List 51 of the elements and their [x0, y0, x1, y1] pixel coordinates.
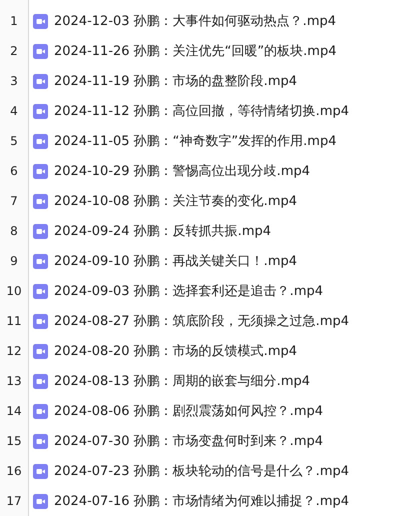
- row-number: 9: [9, 253, 19, 270]
- file-name[interactable]: 2024-09-03 孙鹏：选择套利还是追击？.mp4: [54, 282, 324, 300]
- row-number: 11: [5, 313, 23, 330]
- row-number: 14: [5, 403, 23, 420]
- video-file-icon: [33, 344, 48, 358]
- video-file-icon: [33, 494, 48, 508]
- video-file-icon: [33, 104, 48, 118]
- video-file-icon: [33, 404, 48, 418]
- video-file-icon: [33, 14, 48, 28]
- row-number: 2: [9, 43, 19, 60]
- row-number: 12: [5, 343, 23, 360]
- video-file-icon: [33, 44, 48, 58]
- file-name[interactable]: 2024-08-13 孙鹏：周期的嵌套与细分.mp4: [54, 372, 310, 390]
- file-name[interactable]: 2024-07-30 孙鹏：市场变盘何时到来？.mp4: [54, 432, 324, 450]
- file-name[interactable]: 2024-07-23 孙鹏：板块轮动的信号是什么？.mp4: [54, 462, 350, 480]
- file-name[interactable]: 2024-07-16 孙鹏：市场情绪为何难以捕捉？.mp4: [54, 492, 350, 510]
- file-name[interactable]: 2024-11-12 孙鹏：高位回撤，等待情绪切换.mp4: [54, 102, 350, 120]
- video-file-icon: [33, 164, 48, 178]
- row-number: 13: [5, 373, 23, 390]
- row-number: 17: [5, 493, 23, 510]
- video-file-icon: [33, 194, 48, 208]
- row-number: 7: [9, 193, 19, 210]
- video-file-icon: [33, 254, 48, 268]
- video-file-icon: [33, 374, 48, 388]
- row-number: 3: [9, 73, 19, 90]
- file-name[interactable]: 2024-11-05 孙鹏：“神奇数字”发挥的作用.mp4: [54, 132, 336, 150]
- row-number: 16: [5, 463, 23, 480]
- file-name[interactable]: 2024-10-29 孙鹏：警惕高位出现分歧.mp4: [54, 162, 310, 180]
- row-number: 8: [9, 223, 19, 240]
- row-number: 10: [5, 283, 23, 300]
- video-file-icon: [33, 74, 48, 88]
- file-name[interactable]: 2024-11-26 孙鹏：关注优先“回暖”的板块.mp4: [54, 42, 336, 60]
- video-file-icon: [33, 464, 48, 478]
- file-name[interactable]: 2024-08-06 孙鹏：剧烈震荡如何风控？.mp4: [54, 402, 324, 420]
- file-name[interactable]: 2024-10-08 孙鹏：关注节奏的变化.mp4: [54, 192, 298, 210]
- row-number: 6: [9, 163, 19, 180]
- video-file-icon: [33, 224, 48, 238]
- row-number: 1: [9, 13, 19, 30]
- video-file-icon: [33, 284, 48, 298]
- file-name[interactable]: 2024-11-19 孙鹏：市场的盘整阶段.mp4: [54, 72, 298, 90]
- file-name[interactable]: 2024-08-20 孙鹏：市场的反馈模式.mp4: [54, 342, 298, 360]
- file-name[interactable]: 2024-08-27 孙鹏：筑底阶段，无须操之过急.mp4: [54, 312, 350, 330]
- video-file-icon: [33, 314, 48, 328]
- row-number: 4: [9, 103, 19, 120]
- video-file-icon: [33, 434, 48, 448]
- row-number: 15: [5, 433, 23, 450]
- row-number: 5: [9, 133, 19, 150]
- file-name[interactable]: 2024-12-03 孙鹏：大事件如何驱动热点？.mp4: [54, 12, 336, 30]
- video-file-icon: [33, 134, 48, 148]
- file-name[interactable]: 2024-09-10 孙鹏：再战关键关口！.mp4: [54, 252, 298, 270]
- file-name[interactable]: 2024-09-24 孙鹏：反转抓共振.mp4: [54, 222, 272, 240]
